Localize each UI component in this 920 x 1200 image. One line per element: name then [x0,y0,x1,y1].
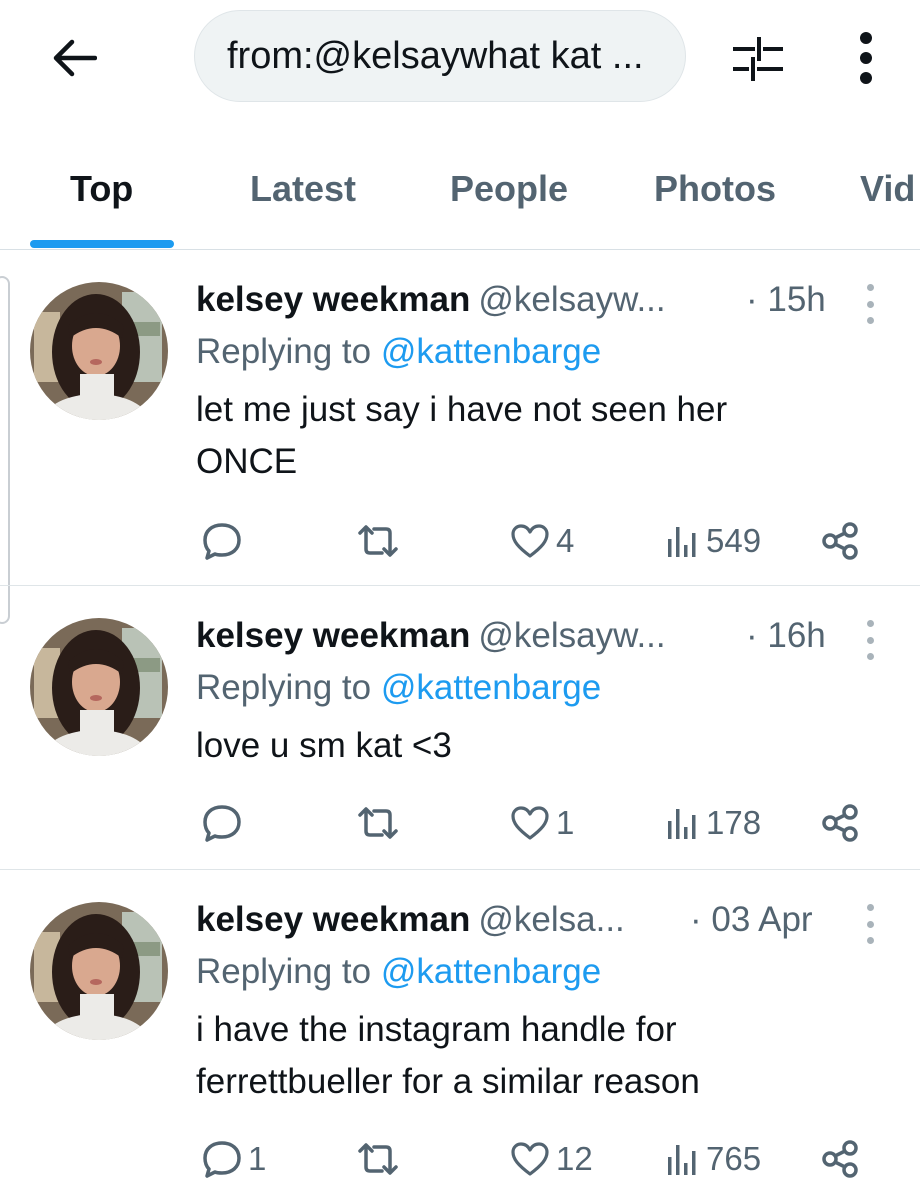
views-button[interactable]: 549 [666,516,761,566]
tweet-timestamp[interactable]: · 03 Apr [690,900,813,940]
avatar[interactable] [30,618,168,756]
retweet-icon [358,807,398,839]
retweet-button[interactable] [356,798,406,848]
author-name[interactable]: kelsey weekman [196,900,470,939]
tab-top[interactable]: Top [70,168,133,210]
tweet-text: love u sm kat <3 [196,726,452,765]
tweet-text: i have the instagram handle for ferrettb… [196,1010,700,1101]
reply-count: 1 [248,1140,267,1177]
search-filter-button[interactable] [726,28,790,88]
views-count: 178 [706,804,762,841]
tweet-actions: 4 549 [196,516,876,566]
replying-to-line: Replying to @kattenbarge [196,668,601,708]
like-count: 1 [556,804,575,841]
heart-icon [511,1142,549,1176]
tweet-header: kelsey weekman @kelsa... [196,900,625,944]
back-button[interactable] [44,28,104,88]
active-tab-indicator [30,240,174,248]
views-button[interactable]: 765 [666,1134,761,1184]
views-button[interactable]: 178 [666,798,761,848]
share-icon [822,804,858,842]
reply-button[interactable] [202,516,248,566]
views-chart-icon [668,809,696,839]
tweet[interactable]: kelsey weekman @kelsa... · 03 Apr Replyin… [0,870,920,1200]
tweet[interactable]: kelsey weekman @kelsayw... · 16h Replying… [0,586,920,870]
reply-icon [203,805,241,842]
author-handle[interactable]: @kelsayw... [478,280,665,319]
avatar[interactable] [30,282,168,420]
reply-button[interactable] [202,798,248,848]
like-count: 12 [556,1140,593,1177]
tweet-content: kelsey weekman @kelsa... · 03 Apr Replyin… [196,900,880,1200]
search-query-text: from:@kelsaywhat kat ... [227,34,644,77]
author-handle[interactable]: @kelsa... [478,900,624,939]
share-icon [822,522,858,560]
replying-to-link[interactable]: @kattenbarge [381,668,601,707]
more-options-button[interactable] [840,26,892,90]
more-vertical-icon [860,32,872,84]
search-input[interactable]: from:@kelsaywhat kat ... [194,10,686,102]
replying-to-line: Replying to @kattenbarge [196,332,601,372]
tweet-content: kelsey weekman @kelsayw... · 16h Replying… [196,616,880,856]
tweet-menu-button[interactable] [860,620,880,660]
views-chart-icon [668,1145,696,1175]
replying-prefix: Replying to [196,952,372,991]
tab-people[interactable]: People [450,168,568,210]
views-chart-icon [668,527,696,557]
share-icon [822,1140,858,1178]
author-name[interactable]: kelsey weekman [196,616,470,655]
share-button[interactable] [820,798,860,848]
tweet-actions: 1 12 765 [196,1134,876,1184]
tab-videos[interactable]: Vid [860,168,915,210]
tab-photos[interactable]: Photos [654,168,776,210]
reply-button[interactable]: 1 [202,1134,266,1184]
reply-icon [203,523,241,560]
sliders-icon [733,37,783,81]
tweet-timestamp[interactable]: · 15h [746,280,826,320]
retweet-button[interactable] [356,1134,406,1184]
tweet[interactable]: kelsey weekman @kelsayw... · 15h Replying… [0,250,920,586]
tweet-menu-button[interactable] [860,284,880,324]
replying-to-link[interactable]: @kattenbarge [381,332,601,371]
retweet-icon [358,1143,398,1175]
replying-prefix: Replying to [196,668,372,707]
tweet-timestamp[interactable]: · 16h [746,616,826,656]
like-count: 4 [556,522,575,559]
tab-latest[interactable]: Latest [250,168,356,210]
like-button[interactable]: 4 [510,516,574,566]
share-button[interactable] [820,1134,860,1184]
arrow-left-icon [53,39,97,77]
search-tabs: Top Latest People Photos Vid [0,150,920,250]
replying-to-link[interactable]: @kattenbarge [381,952,601,991]
replying-to-line: Replying to @kattenbarge [196,952,601,992]
views-count: 549 [706,522,762,559]
top-bar: from:@kelsaywhat kat ... [0,0,920,120]
avatar[interactable] [30,902,168,1040]
tweet-header: kelsey weekman @kelsayw... [196,280,666,324]
heart-icon [511,524,549,558]
reply-icon [203,1141,241,1178]
tweet-actions: 1 178 [196,798,876,848]
author-handle[interactable]: @kelsayw... [478,616,665,655]
retweet-icon [358,525,398,557]
views-count: 765 [706,1140,762,1177]
share-button[interactable] [820,516,860,566]
tweet-text: let me just say i have not seen her ONCE [196,390,728,481]
tweet-menu-button[interactable] [860,904,880,944]
tweet-content: kelsey weekman @kelsayw... · 15h Replying… [196,280,880,570]
author-name[interactable]: kelsey weekman [196,280,470,319]
tweet-header: kelsey weekman @kelsayw... [196,616,666,660]
replying-prefix: Replying to [196,332,372,371]
like-button[interactable]: 1 [510,798,574,848]
retweet-button[interactable] [356,516,406,566]
like-button[interactable]: 12 [510,1134,593,1184]
heart-icon [511,806,549,840]
